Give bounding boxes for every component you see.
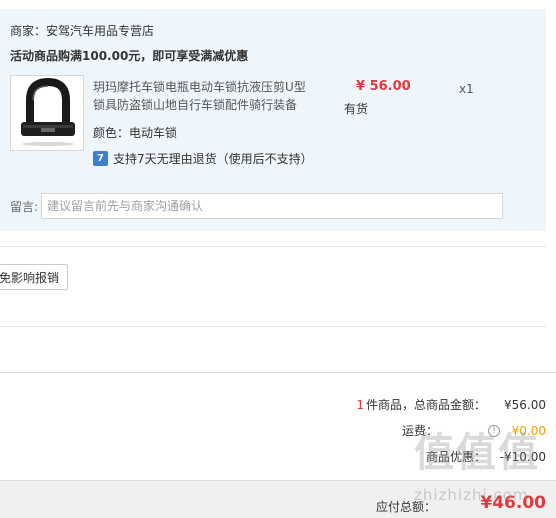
product-color: 颜色：电动车锁 [93, 124, 177, 141]
items-total-value: ¥56.00 [504, 397, 546, 412]
seller-label: 商家： [10, 24, 47, 38]
message-input[interactable] [41, 193, 503, 219]
divider [0, 326, 546, 327]
order-block: 商家：安驾汽车用品专营店 活动商品购满100.00元，即可享受满减优惠 玥玛摩托… [0, 9, 546, 231]
product-price: ¥ 56.00 [356, 79, 411, 94]
discount-value: -¥10.00 [499, 449, 546, 464]
product-thumbnail[interactable] [10, 75, 84, 151]
seller-name-link[interactable]: 安驾汽车用品专营店 [46, 24, 154, 38]
freight-label: 运费： [401, 424, 438, 438]
item-count: 1 [356, 397, 364, 412]
message-label: 留言: [10, 200, 39, 214]
promo-text: 活动商品购满100.00元，即可享受满减优惠 [10, 49, 249, 63]
freight-value: ¥0.00 [511, 423, 546, 438]
stock-status: 有货 [344, 102, 369, 116]
total-value: ¥46.00 [480, 493, 546, 513]
discount-label: 商品优惠： [425, 450, 486, 464]
items-total-row: 1 件商品，总商品金额： ¥56.00 [356, 396, 546, 413]
seller-line: 商家：安驾汽车用品专营店 [10, 22, 154, 39]
color-label: 颜色： [93, 126, 130, 140]
info-icon[interactable]: ! [488, 424, 500, 437]
items-total-label: 件商品，总商品金额： [365, 398, 486, 412]
invoice-button[interactable]: 免影响报销 [0, 264, 68, 290]
product-quantity: x1 [459, 82, 474, 96]
product-name-link[interactable]: 玥玛摩托车锁电瓶电动车锁抗液压剪U型锁具防盗锁山地自行车锁配件骑行装备 [93, 78, 315, 114]
u-lock-icon [21, 77, 75, 146]
divider [0, 372, 556, 373]
divider [0, 246, 546, 247]
freight-row: 运费： ! ¥0.00 [402, 422, 546, 439]
total-bar: 应付总额： ¥46.00 [0, 480, 556, 518]
return-policy: 7 支持7天无理由退货（使用后不支持） [93, 149, 313, 167]
return-7day-icon: 7 [93, 150, 108, 166]
color-value: 电动车锁 [129, 126, 178, 140]
discount-row: 商品优惠： -¥10.00 [426, 448, 546, 465]
total-label: 应付总额： [375, 500, 436, 514]
return-policy-text: 支持7天无理由退货（使用后不支持） [113, 151, 313, 166]
